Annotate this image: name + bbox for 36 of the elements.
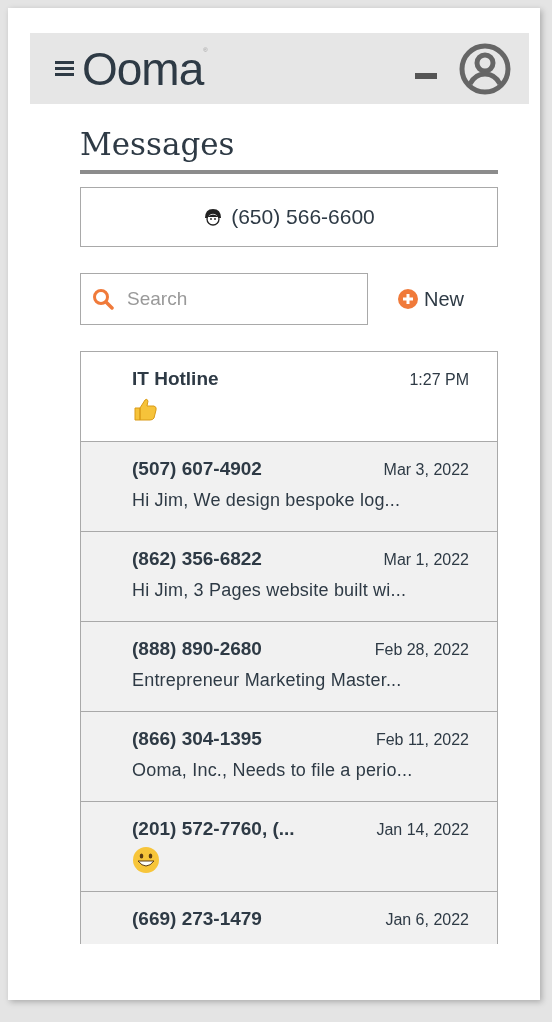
message-preview: Entrepreneur Marketing Master... bbox=[132, 670, 403, 691]
menu-icon[interactable] bbox=[55, 61, 74, 76]
contact-name: (866) 304-1395 bbox=[132, 728, 262, 750]
message-time: Mar 3, 2022 bbox=[383, 461, 469, 479]
contact-name: (862) 356-6822 bbox=[132, 548, 262, 570]
contact-name: (507) 607-4902 bbox=[132, 458, 262, 480]
person-face-icon bbox=[203, 208, 224, 226]
conversation-item[interactable]: (507) 607-4902 Mar 3, 2022 Hi Jim, We design bespoke log... bbox=[81, 442, 497, 532]
message-preview: Ooma, Inc., Needs to file a perio... bbox=[132, 760, 414, 781]
message-preview: Hi Jim, 3 Pages website built wi... bbox=[132, 580, 408, 601]
conversation-item[interactable]: (669) 273-1479 Jan 6, 2022 bbox=[81, 892, 497, 944]
contact-name: IT Hotline bbox=[132, 368, 219, 390]
message-time: Jan 14, 2022 bbox=[376, 821, 469, 839]
message-time: Feb 28, 2022 bbox=[374, 641, 469, 659]
conversation-item[interactable]: (862) 356-6822 Mar 1, 2022 Hi Jim, 3 Pages website built wi... bbox=[81, 532, 497, 622]
contact-name: (669) 273-1479 bbox=[132, 908, 262, 930]
message-time: Jan 6, 2022 bbox=[385, 911, 469, 929]
minimize-icon[interactable] bbox=[415, 72, 437, 79]
conversation-item[interactable]: (888) 890-2680 Feb 28, 2022 Entrepreneur Marketing Master... bbox=[81, 622, 497, 712]
plus-circle-icon bbox=[398, 289, 418, 309]
thumbs-up-icon bbox=[132, 396, 158, 422]
message-time: Mar 1, 2022 bbox=[383, 551, 469, 569]
message-time: 1:27 PM bbox=[409, 371, 469, 389]
phone-line-button[interactable]: (650) 566-6600 bbox=[80, 187, 498, 247]
page-title: Messages bbox=[80, 126, 498, 174]
message-preview: Hi Jim, We design bespoke log... bbox=[132, 490, 402, 511]
new-message-button[interactable]: New bbox=[398, 287, 464, 311]
grinning-face-icon bbox=[132, 846, 160, 874]
account-icon[interactable] bbox=[459, 42, 511, 95]
search-field[interactable]: Search bbox=[80, 273, 368, 325]
contact-name: (888) 890-2680 bbox=[132, 638, 262, 660]
contact-name: (201) 572-7760, (... bbox=[132, 818, 295, 840]
message-time: Feb 11, 2022 bbox=[375, 731, 469, 749]
conversation-item[interactable]: (866) 304-1395 Feb 11, 2022 Ooma, Inc., Needs to file a perio... bbox=[81, 712, 497, 802]
conversation-item[interactable]: (201) 572-7760, (... Jan 14, 2022 bbox=[81, 802, 497, 892]
logo: Ooma bbox=[82, 45, 204, 92]
